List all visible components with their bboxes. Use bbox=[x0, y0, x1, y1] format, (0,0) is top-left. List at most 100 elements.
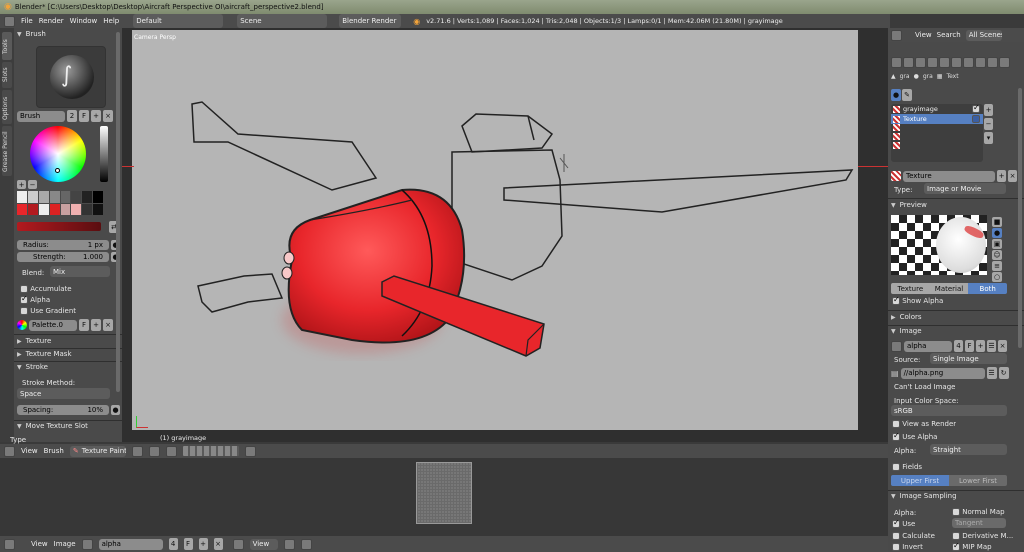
prop-image-fake-user[interactable]: F bbox=[965, 340, 974, 352]
file-reload-icon[interactable]: ↻ bbox=[998, 367, 1009, 379]
brush-users-count[interactable]: 2 bbox=[67, 110, 77, 122]
color-swatch[interactable] bbox=[17, 222, 101, 231]
palette-name-field[interactable]: Palette.0 bbox=[29, 319, 77, 331]
mip-map-checkbox[interactable]: MIP Map bbox=[952, 543, 992, 551]
screen-layout-select[interactable]: Default bbox=[133, 14, 224, 28]
texture-type-select[interactable]: Image or Movie bbox=[924, 183, 1006, 194]
value-slider[interactable] bbox=[100, 126, 108, 182]
palette-remove-icon[interactable]: − bbox=[28, 180, 37, 189]
slot-remove-icon[interactable]: − bbox=[984, 118, 993, 130]
texture-slot-list[interactable]: grayimage Texture bbox=[891, 103, 983, 162]
colors-panel-header[interactable]: ▶ Colors bbox=[891, 313, 922, 321]
fields-checkbox[interactable]: Fields bbox=[892, 463, 922, 471]
paint-mode-icon[interactable] bbox=[283, 538, 295, 550]
filepath-field[interactable]: //alpha.png bbox=[900, 367, 985, 379]
shading-icon[interactable] bbox=[131, 445, 143, 457]
menu-help[interactable]: Help bbox=[103, 17, 119, 25]
brush-fake-user-button[interactable]: F bbox=[79, 110, 89, 122]
use-gradient-checkbox[interactable]: Use Gradient bbox=[20, 307, 76, 315]
show-alpha-checkbox[interactable]: Show Alpha bbox=[892, 297, 943, 305]
preview-flat-icon[interactable]: ■ bbox=[992, 217, 1002, 227]
use-alpha-checkbox[interactable]: Use Alpha bbox=[892, 433, 937, 441]
preview-cube-icon[interactable]: ▣ bbox=[992, 239, 1002, 249]
tab-tools[interactable]: Tools bbox=[2, 32, 12, 60]
derivative-map-checkbox[interactable]: Derivative M... bbox=[952, 532, 1013, 540]
editor-type-icon[interactable] bbox=[4, 15, 15, 27]
slot-row-grayimage[interactable]: grayimage bbox=[891, 103, 983, 114]
tab-slots[interactable]: Slots bbox=[2, 62, 12, 88]
properties-editor-type-icon[interactable] bbox=[891, 29, 902, 41]
tool-shelf-scrollbar[interactable] bbox=[116, 32, 120, 392]
brush-panel-header[interactable]: ▼ Brush bbox=[17, 30, 46, 38]
view-as-render-checkbox[interactable]: View as Render bbox=[892, 420, 956, 428]
prop-image-name-field[interactable]: alpha bbox=[904, 340, 952, 352]
preview-panel-header[interactable]: ▼ Preview bbox=[891, 201, 927, 209]
lower-first-button[interactable]: Lower First bbox=[949, 475, 1007, 486]
texture-mask-panel-header[interactable]: ▶ Texture Mask bbox=[17, 350, 72, 358]
normal-map-checkbox[interactable]: Normal Map bbox=[952, 508, 1005, 516]
image-editor[interactable] bbox=[0, 458, 888, 536]
tab-preview-both[interactable]: Both bbox=[968, 283, 1008, 294]
viewport-menu-brush[interactable]: Brush bbox=[44, 447, 64, 455]
render-icon[interactable] bbox=[244, 445, 256, 457]
accumulate-checkbox[interactable]: Accumulate bbox=[20, 285, 72, 293]
alpha-checkbox[interactable]: Alpha bbox=[20, 296, 50, 304]
menu-render[interactable]: Render bbox=[39, 17, 64, 25]
stroke-method-select[interactable]: Space bbox=[17, 388, 110, 399]
palette-fake-user-button[interactable]: F bbox=[79, 319, 89, 331]
properties-scrollbar[interactable] bbox=[1018, 88, 1022, 348]
image-users-count[interactable]: 4 bbox=[168, 538, 178, 550]
tangent-select[interactable]: Tangent bbox=[952, 518, 1006, 528]
color-wheel[interactable] bbox=[30, 126, 86, 182]
tab-preview-material[interactable]: Material bbox=[929, 283, 969, 294]
layers-grid[interactable] bbox=[182, 446, 239, 456]
viewport-editor-type-icon[interactable] bbox=[4, 445, 15, 457]
image-browse-icon[interactable] bbox=[81, 538, 93, 550]
upper-first-button[interactable]: Upper First bbox=[891, 475, 949, 486]
viewport-menu-view[interactable]: View bbox=[21, 447, 38, 455]
view-mode-select[interactable]: View bbox=[249, 538, 278, 550]
preview-sphere-icon[interactable]: ● bbox=[992, 228, 1002, 238]
viewport-3d[interactable]: Camera Persp (1) grayimage bbox=[122, 28, 888, 442]
image-panel-header[interactable]: ▼ Image bbox=[891, 327, 922, 335]
display-channels-icon[interactable] bbox=[300, 538, 312, 550]
prop-image-add-icon[interactable]: + bbox=[976, 340, 985, 352]
alpha-mode-select[interactable]: Straight bbox=[930, 444, 1007, 455]
brush-texture-icon[interactable]: ✎ bbox=[902, 89, 912, 101]
brush-preview[interactable]: ∫ bbox=[36, 46, 106, 108]
world-texture-icon[interactable]: ● bbox=[891, 89, 901, 101]
preview-monkey-icon[interactable]: ☺ bbox=[992, 250, 1002, 260]
properties-context-tabs[interactable] bbox=[891, 57, 1021, 69]
scene-select[interactable]: Scene bbox=[237, 14, 328, 28]
face-mask-icon[interactable] bbox=[165, 445, 177, 457]
tab-preview-texture[interactable]: Texture bbox=[891, 283, 930, 294]
image-browse-button-icon[interactable] bbox=[891, 340, 902, 352]
image-close-icon[interactable]: × bbox=[213, 538, 223, 550]
properties-menu-view[interactable]: View bbox=[915, 31, 932, 39]
file-browse-icon[interactable]: ☰ bbox=[986, 367, 997, 379]
tab-grease-pencil[interactable]: Grease Pencil bbox=[2, 126, 12, 176]
image-sampling-panel-header[interactable]: ▼ Image Sampling bbox=[891, 492, 957, 500]
image-name-field[interactable]: alpha bbox=[98, 538, 163, 550]
properties-menu-search[interactable]: Search bbox=[937, 31, 961, 39]
image-menu-image[interactable]: Image bbox=[54, 540, 76, 548]
all-scenes-select[interactable]: All Scenes bbox=[965, 29, 1002, 41]
texture-name-field[interactable]: Texture bbox=[903, 170, 995, 182]
palette-add-button-icon[interactable]: + bbox=[91, 319, 101, 331]
brush-name-field[interactable]: Brush bbox=[17, 110, 65, 122]
palette-add-icon[interactable]: + bbox=[17, 180, 26, 189]
blend-select[interactable]: Mix bbox=[50, 266, 110, 277]
source-select[interactable]: Single Image bbox=[930, 353, 1007, 364]
slot-menu-icon[interactable]: ▾ bbox=[984, 132, 993, 144]
slot-row-texture[interactable]: Texture bbox=[891, 114, 983, 124]
image-add-icon[interactable]: + bbox=[198, 538, 208, 550]
calculate-checkbox[interactable]: Calculate bbox=[892, 532, 935, 540]
texture-close-icon[interactable]: × bbox=[1008, 170, 1017, 182]
tab-options[interactable]: Options bbox=[2, 90, 12, 124]
menu-file[interactable]: File bbox=[21, 17, 33, 25]
preview-hair-icon[interactable]: ≡ bbox=[992, 261, 1002, 271]
invert-checkbox[interactable]: Invert bbox=[892, 543, 923, 551]
texture-panel-header[interactable]: ▶ Texture bbox=[17, 337, 51, 345]
mode-select[interactable]: ✎ Texture Paint bbox=[69, 445, 126, 457]
image-editor-type-icon[interactable] bbox=[4, 538, 15, 550]
